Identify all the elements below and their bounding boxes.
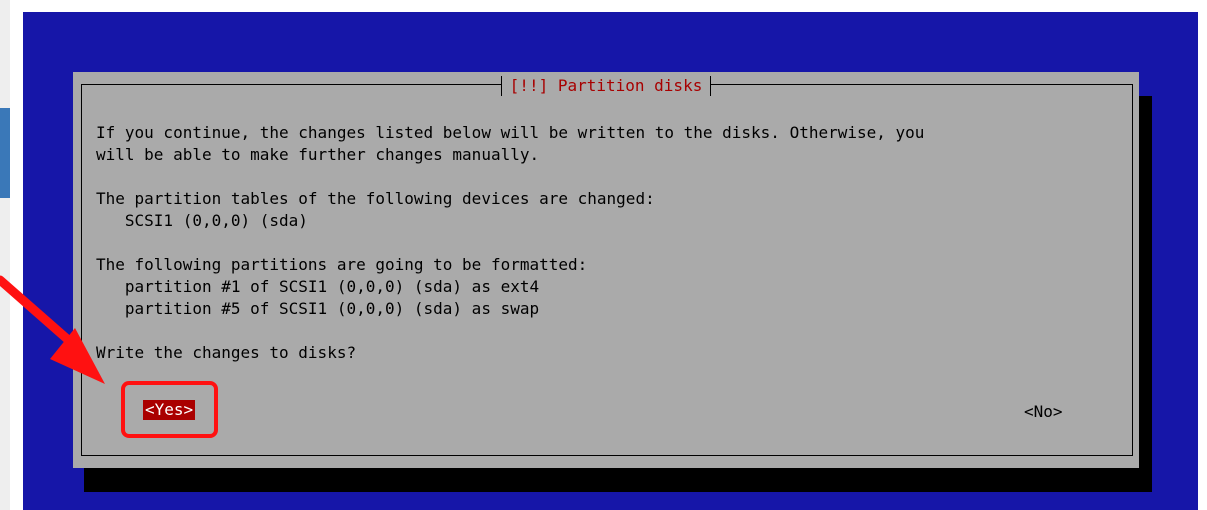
message-line: The following partitions are going to be… xyxy=(96,255,588,274)
message-gap xyxy=(96,166,1119,188)
device-line: SCSI1 (0,0,0) (sda) xyxy=(96,211,308,230)
dialog-message: If you continue, the changes listed belo… xyxy=(96,122,1119,364)
partition-disks-dialog: [!!] Partition disks If you continue, th… xyxy=(73,72,1139,468)
dialog-title: [!!] Partition disks xyxy=(500,76,712,96)
red-arrow-icon xyxy=(0,275,105,384)
partition-line: partition #1 of SCSI1 (0,0,0) (sda) as e… xyxy=(96,277,540,296)
partition-line: partition #5 of SCSI1 (0,0,0) (sda) as s… xyxy=(96,299,540,318)
question-line: Write the changes to disks? xyxy=(96,343,357,362)
no-button[interactable]: <No> xyxy=(1024,402,1063,422)
message-line: If you continue, the changes listed belo… xyxy=(96,123,925,142)
message-line: The partition tables of the following de… xyxy=(96,189,655,208)
left-edge-tab xyxy=(0,108,10,198)
dialog-title-bar: [!!] Partition disks xyxy=(73,76,1139,96)
left-edge-panel xyxy=(0,0,10,510)
message-line: will be able to make further changes man… xyxy=(96,145,540,164)
message-gap xyxy=(96,232,1119,254)
message-gap xyxy=(96,320,1119,342)
